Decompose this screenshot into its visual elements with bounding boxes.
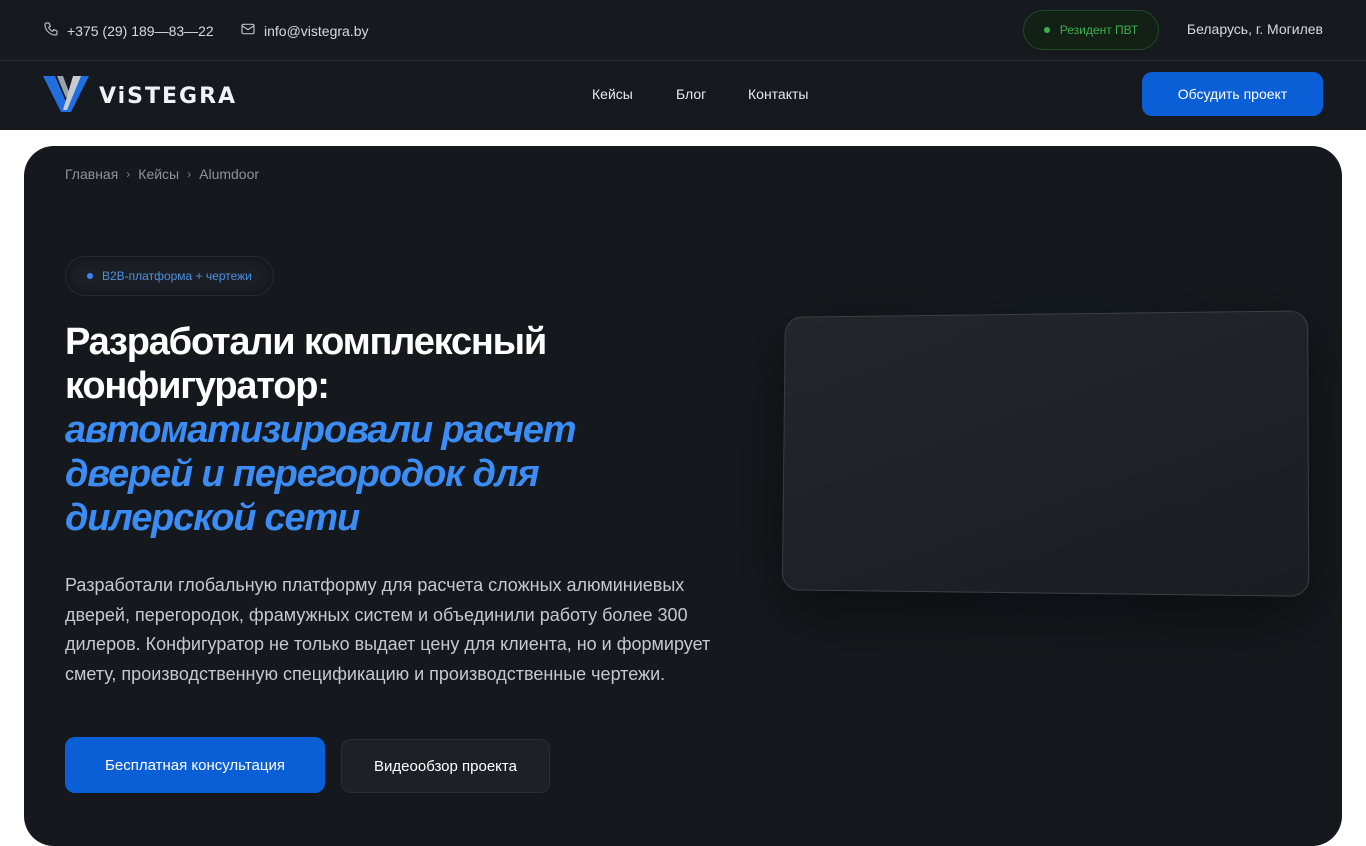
breadcrumb-home[interactable]: Главная bbox=[65, 166, 118, 182]
category-tag: B2B-платформа + чертежи bbox=[65, 256, 274, 296]
resident-badge: Резидент ПВТ bbox=[1023, 10, 1159, 50]
device-mockup bbox=[781, 310, 1310, 597]
logo-text: ViSTEGRA bbox=[99, 84, 238, 109]
title-blue-part: автоматизировали расчет дверей и перегор… bbox=[65, 409, 577, 539]
top-bar: +375 (29) 189—83—22 info@vistegra.by Рез… bbox=[0, 0, 1366, 61]
status-dot bbox=[1043, 27, 1050, 33]
logo-mark-icon bbox=[43, 74, 89, 119]
hero-section: Главная › Кейсы › Alumdoor B2B-платформа… bbox=[24, 146, 1342, 846]
logo[interactable]: ViSTEGRA bbox=[43, 74, 237, 119]
free-consultation-button[interactable]: Бесплатная консультация bbox=[65, 737, 325, 793]
nav-link-cases[interactable]: Кейсы bbox=[592, 86, 633, 102]
mail-icon bbox=[240, 21, 256, 40]
phone-number: +375 (29) 189—83—22 bbox=[67, 22, 214, 39]
location-text: Беларусь, г. Могилев bbox=[1186, 21, 1323, 37]
resident-badge-label: Резидент ПВТ bbox=[1059, 23, 1139, 37]
phone-link[interactable]: +375 (29) 189—83—22 bbox=[43, 21, 214, 40]
nav-link-contacts[interactable]: Контакты bbox=[748, 86, 808, 102]
discuss-project-button[interactable]: Обсудить проект bbox=[1142, 72, 1323, 116]
main-navbar: ViSTEGRA Кейсы Блог Контакты Обсудить пр… bbox=[0, 61, 1366, 130]
email-link[interactable]: info@vistegra.by bbox=[240, 21, 368, 40]
category-tag-label: B2B-платформа + чертежи bbox=[102, 269, 252, 283]
hero-description: Разработали глобальную платформу для рас… bbox=[65, 575, 711, 684]
title-white-part: Разработали комплексный конфигуратор: bbox=[65, 321, 547, 407]
video-review-button[interactable]: Видеообзор проекта bbox=[341, 739, 550, 793]
email-address: info@vistegra.by bbox=[264, 22, 369, 39]
nav-link-blog[interactable]: Блог bbox=[676, 86, 706, 102]
breadcrumb-current: Alumdoor bbox=[199, 166, 260, 182]
page-title: Разработали комплексный конфигуратор: ав… bbox=[65, 320, 685, 540]
tag-dot bbox=[87, 273, 93, 279]
chevron-right-icon: › bbox=[187, 167, 192, 181]
chevron-right-icon: › bbox=[126, 167, 131, 181]
breadcrumb: Главная › Кейсы › Alumdoor bbox=[65, 166, 259, 182]
breadcrumb-cases[interactable]: Кейсы bbox=[138, 166, 179, 182]
phone-icon bbox=[43, 21, 59, 40]
